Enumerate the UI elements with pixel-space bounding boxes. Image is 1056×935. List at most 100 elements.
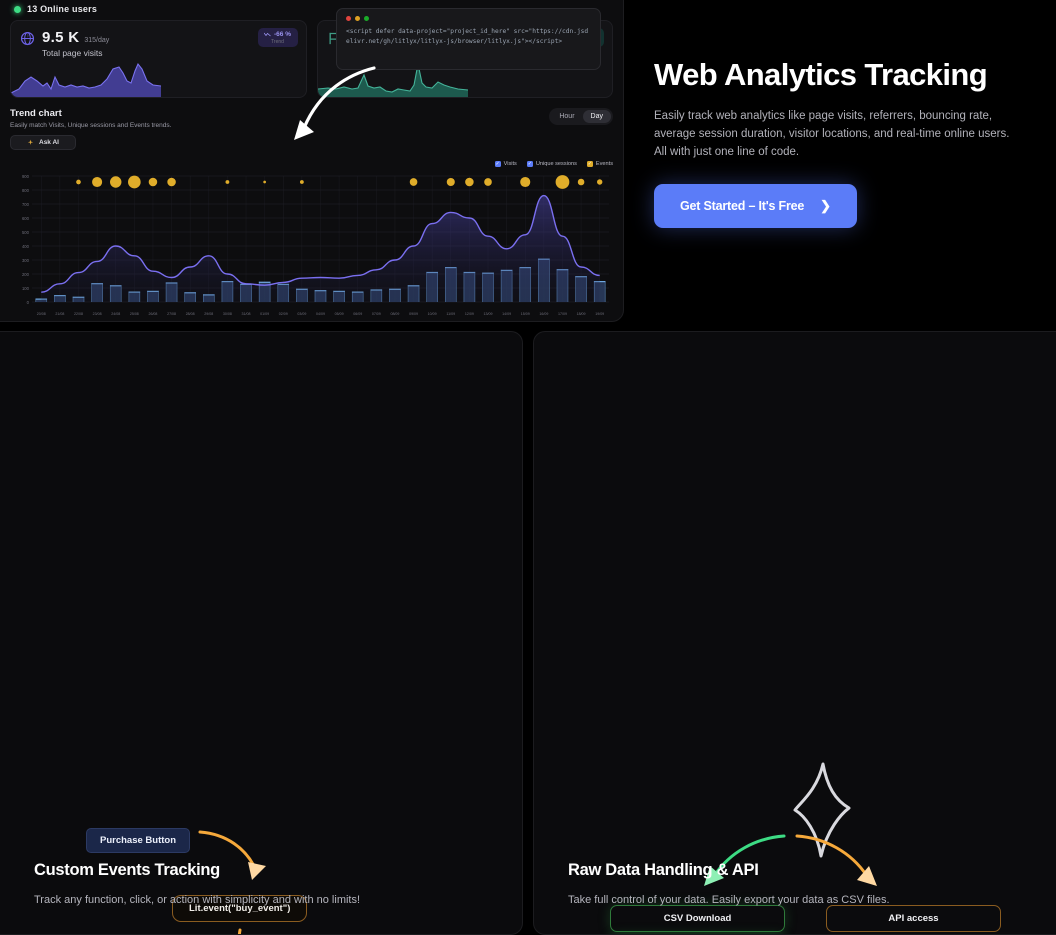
trend-chart-title: Trend chart [10, 108, 62, 119]
kpi-card-page-visits[interactable]: 9.5 K 315/day Total page visits -66 % Tr… [10, 20, 307, 98]
svg-text:100: 100 [22, 286, 30, 291]
landing-page: 13 Online users 9.5 K 315/day Total page… [0, 0, 1056, 935]
feature-cards: Purchase Button Lit.event("buy_event") C… [0, 322, 1056, 935]
top-section: 13 Online users 9.5 K 315/day Total page… [0, 0, 1056, 322]
svg-text:24/08: 24/08 [111, 312, 120, 316]
card-title: Custom Events Tracking [34, 861, 220, 879]
kpi-trend-badge: -66 % Trend [257, 28, 298, 47]
legend-item-visits[interactable]: Visits [494, 161, 517, 167]
sparkle-icon [27, 139, 34, 145]
globe-icon [20, 31, 35, 46]
get-started-label: Get Started – It's Free [680, 198, 805, 213]
chart-legend: Visits Unique sessions Events [10, 161, 613, 167]
kpi-trend-pct: -66 % [274, 31, 291, 38]
curved-arrow-icon [294, 66, 376, 140]
kpi-label: Total page visits [42, 48, 103, 58]
legend-item-unique-sessions[interactable]: Unique sessions [526, 161, 577, 167]
range-option-hour[interactable]: Hour [551, 110, 582, 123]
svg-text:13/09: 13/09 [484, 312, 493, 316]
svg-text:700: 700 [22, 202, 30, 207]
svg-text:25/08: 25/08 [130, 312, 139, 316]
arrow-down-left-icon [238, 928, 242, 934]
hero-paragraph: Easily track web analytics like page vis… [654, 110, 1010, 158]
kpi-value: 9.5 K [42, 29, 80, 46]
trend-chart-svg: 0 100 200 300 400 500 600 700 800 900 20/08 21/08 22… [22, 174, 610, 316]
range-option-day[interactable]: Day [582, 110, 611, 123]
online-users-label: 13 Online users [27, 4, 98, 14]
svg-text:12/09: 12/09 [465, 312, 474, 316]
svg-text:19/09: 19/09 [595, 312, 604, 316]
svg-text:21/08: 21/08 [55, 312, 64, 316]
feature-card-raw-data: CSV Download Google Sheets API access ✦ … [533, 331, 1056, 935]
tracking-snippet-card: <script defer data-project="project_id_h… [336, 8, 601, 70]
card-description: Take full control of your data. Easily e… [568, 894, 890, 906]
svg-text:02/09: 02/09 [279, 312, 288, 316]
svg-text:01/09: 01/09 [260, 312, 269, 316]
range-toggle[interactable]: Hour Day [549, 108, 613, 125]
legend-label: Unique sessions [535, 161, 577, 167]
svg-text:28/08: 28/08 [186, 312, 195, 316]
svg-text:17/09: 17/09 [558, 312, 567, 316]
svg-text:18/09: 18/09 [577, 312, 586, 316]
online-status-dot [14, 5, 21, 13]
api-access-chip[interactable]: API access [826, 905, 1001, 932]
legend-label: Events [595, 161, 613, 167]
get-started-button[interactable]: Get Started – It's Free ❯ [654, 183, 857, 228]
tracking-snippet-code: <script defer data-project="project_id_h… [346, 28, 589, 45]
svg-text:14/09: 14/09 [502, 312, 511, 316]
svg-text:04/09: 04/09 [316, 312, 325, 316]
svg-text:03/09: 03/09 [297, 312, 306, 316]
close-dot-icon [346, 16, 351, 21]
card-footer: Raw Data Handling & API Take full contro… [568, 861, 1036, 906]
ask-ai-button[interactable]: Ask AI [10, 135, 76, 150]
svg-text:09/09: 09/09 [409, 312, 418, 316]
card-title: Raw Data Handling & API [568, 861, 759, 879]
svg-text:11/09: 11/09 [446, 312, 455, 316]
svg-text:06/09: 06/09 [353, 312, 362, 316]
legend-checkbox-unique-sessions[interactable] [526, 161, 533, 167]
svg-text:07/09: 07/09 [372, 312, 381, 316]
feature-card-custom-events: Purchase Button Lit.event("buy_event") C… [0, 331, 523, 935]
svg-text:29/08: 29/08 [204, 312, 213, 316]
svg-text:400: 400 [22, 244, 30, 249]
chevron-right-icon: ❯ [820, 197, 831, 213]
svg-text:30/08: 30/08 [223, 312, 232, 316]
analytics-dashboard-preview: 13 Online users 9.5 K 315/day Total page… [0, 0, 624, 322]
svg-text:23/08: 23/08 [93, 312, 102, 316]
page-title: Web Analytics Tracking [654, 57, 988, 92]
hero-section: Web Analytics Tracking Easily track web … [624, 0, 1056, 322]
svg-text:600: 600 [22, 216, 30, 221]
window-dots [346, 16, 591, 21]
kpi-rate: 315/day [84, 37, 110, 44]
svg-text:300: 300 [22, 258, 30, 263]
kpi-trend-label: Trend [271, 39, 284, 45]
card-footer: Custom Events Tracking Track any functio… [34, 861, 502, 906]
trend-down-icon [264, 32, 271, 37]
svg-text:0: 0 [27, 300, 30, 305]
svg-text:31/08: 31/08 [242, 312, 251, 316]
csv-download-chip[interactable]: CSV Download [610, 905, 785, 932]
raw-data-illustration: CSV Download Google Sheets API access ✦ … [534, 332, 1056, 934]
svg-text:26/08: 26/08 [148, 312, 157, 316]
purchase-button-chip[interactable]: Purchase Button [86, 828, 191, 853]
trend-chart-description: Easily match Visits, Unique sessions and… [10, 122, 172, 129]
svg-text:05/09: 05/09 [335, 312, 344, 316]
legend-checkbox-events[interactable] [586, 161, 593, 167]
svg-text:500: 500 [22, 230, 30, 235]
ask-ai-label: Ask AI [39, 139, 59, 146]
legend-item-events[interactable]: Events [586, 161, 613, 167]
kpi-sparkline [11, 62, 161, 97]
minimize-dot-icon [355, 16, 360, 21]
svg-text:22/08: 22/08 [74, 312, 83, 316]
svg-text:800: 800 [22, 188, 30, 193]
svg-text:27/08: 27/08 [167, 312, 176, 316]
svg-text:16/09: 16/09 [539, 312, 548, 316]
card-description: Track any function, click, or action wit… [34, 894, 361, 906]
svg-text:20/08: 20/08 [37, 312, 46, 316]
custom-events-illustration: Purchase Button Lit.event("buy_event") [0, 332, 522, 934]
trend-chart-canvas[interactable]: 0 100 200 300 400 500 600 700 800 900 20/08 21/08 22… [10, 170, 613, 320]
svg-text:15/09: 15/09 [521, 312, 530, 316]
legend-label: Visits [503, 161, 517, 167]
legend-checkbox-visits[interactable] [494, 161, 501, 167]
maximize-dot-icon [364, 16, 369, 21]
